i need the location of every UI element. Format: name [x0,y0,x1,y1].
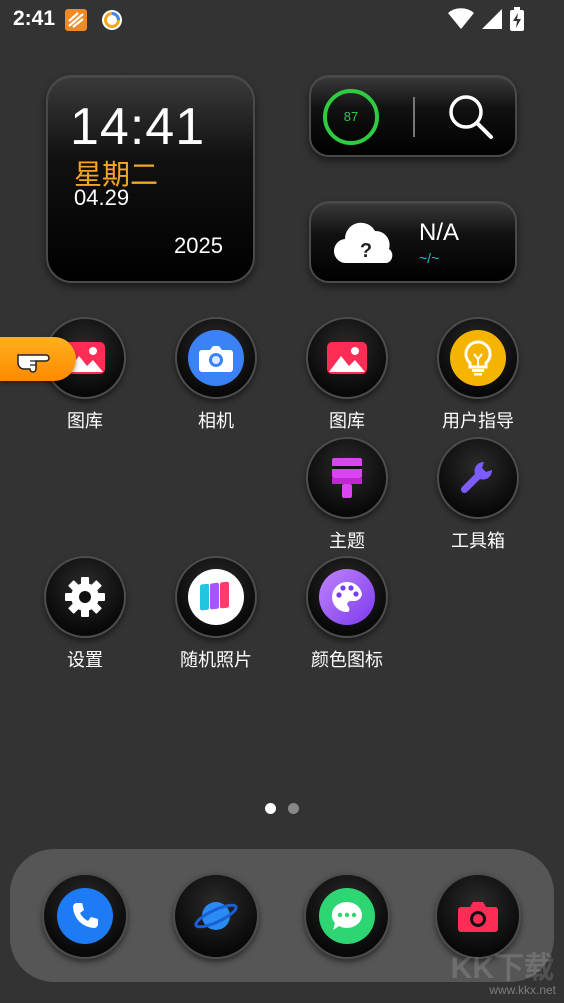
browser-planet-icon [188,888,244,944]
watermark-logo: KK下载 [450,952,554,985]
app-camera[interactable]: 相机 [165,317,265,437]
paintbrush-icon [319,450,375,506]
app-settings[interactable]: 设置 [34,556,134,676]
camera-icon [450,888,506,944]
weather-widget[interactable]: ? N/A ~/~ [309,201,517,283]
search-icon [449,95,493,139]
page-dot-active[interactable] [265,803,276,814]
svg-text:?: ? [360,240,372,262]
battery-charging-icon [510,7,524,36]
battery-level-label: 87 [343,109,359,124]
app-label: 主题 [329,531,365,551]
watermark-url: www.kkx.net [489,983,556,997]
app-notification-icon [64,8,88,32]
search-button[interactable] [441,87,501,147]
clock-widget[interactable]: 14:41 星期二 04.29 2025 [46,75,255,283]
sync-circle-icon [100,8,124,32]
dock-phone[interactable] [42,873,128,959]
app-icon-frame [306,556,388,638]
app-label: 图库 [67,411,103,431]
app-icon-frame [175,556,257,638]
app-icon-frame [306,437,388,519]
message-icon [319,888,375,944]
app-gallery-2[interactable]: 图库 [296,317,396,437]
app-random-photo[interactable]: 随机照片 [165,556,265,676]
status-time: 2:41 [13,7,56,30]
dock-messages[interactable] [304,873,390,959]
app-label: 工具箱 [451,531,505,551]
app-label: 相机 [198,411,234,431]
phone-icon [57,888,113,944]
widget-divider [413,97,415,137]
app-icon-frame [44,556,126,638]
clock-date: 04.29 [74,185,130,210]
app-theme[interactable]: 主题 [296,437,396,557]
app-label: 颜色图标 [311,650,383,670]
wrench-icon [450,450,506,506]
app-user-guide[interactable]: 用户指导 [427,317,527,437]
app-toolbox[interactable]: 工具箱 [427,437,527,557]
battery-search-widget: 87 [309,75,517,157]
gear-icon [57,569,113,625]
app-icon-frame [306,317,388,399]
page-indicator[interactable] [0,803,564,814]
app-icon-frame [437,437,519,519]
camera-icon [188,330,244,386]
app-label: 设置 [67,650,103,670]
floating-pointer-tab[interactable] [0,337,76,381]
app-icon-frame [437,317,519,399]
status-bar: 2:41 [0,0,564,40]
app-label: 随机照片 [180,650,252,670]
app-icon-frame [175,317,257,399]
signal-icon [482,9,502,34]
lightbulb-icon [450,330,506,386]
page-dot[interactable] [288,803,299,814]
app-label: 用户指导 [442,411,514,431]
dock-browser[interactable] [173,873,259,959]
weather-range: ~/~ [419,250,440,266]
cloud-question-icon: ? [333,222,393,264]
palette-icon [319,569,375,625]
app-label: 图库 [329,411,365,431]
pointing-hand-icon [17,354,50,373]
random-photo-icon [188,569,244,625]
gallery-icon [319,330,375,386]
app-color-icons[interactable]: 颜色图标 [296,556,396,676]
clock-year: 2025 [174,233,223,258]
clock-time: 14:41 [70,98,206,156]
weather-temperature: N/A [419,219,460,246]
wifi-icon [448,8,474,35]
